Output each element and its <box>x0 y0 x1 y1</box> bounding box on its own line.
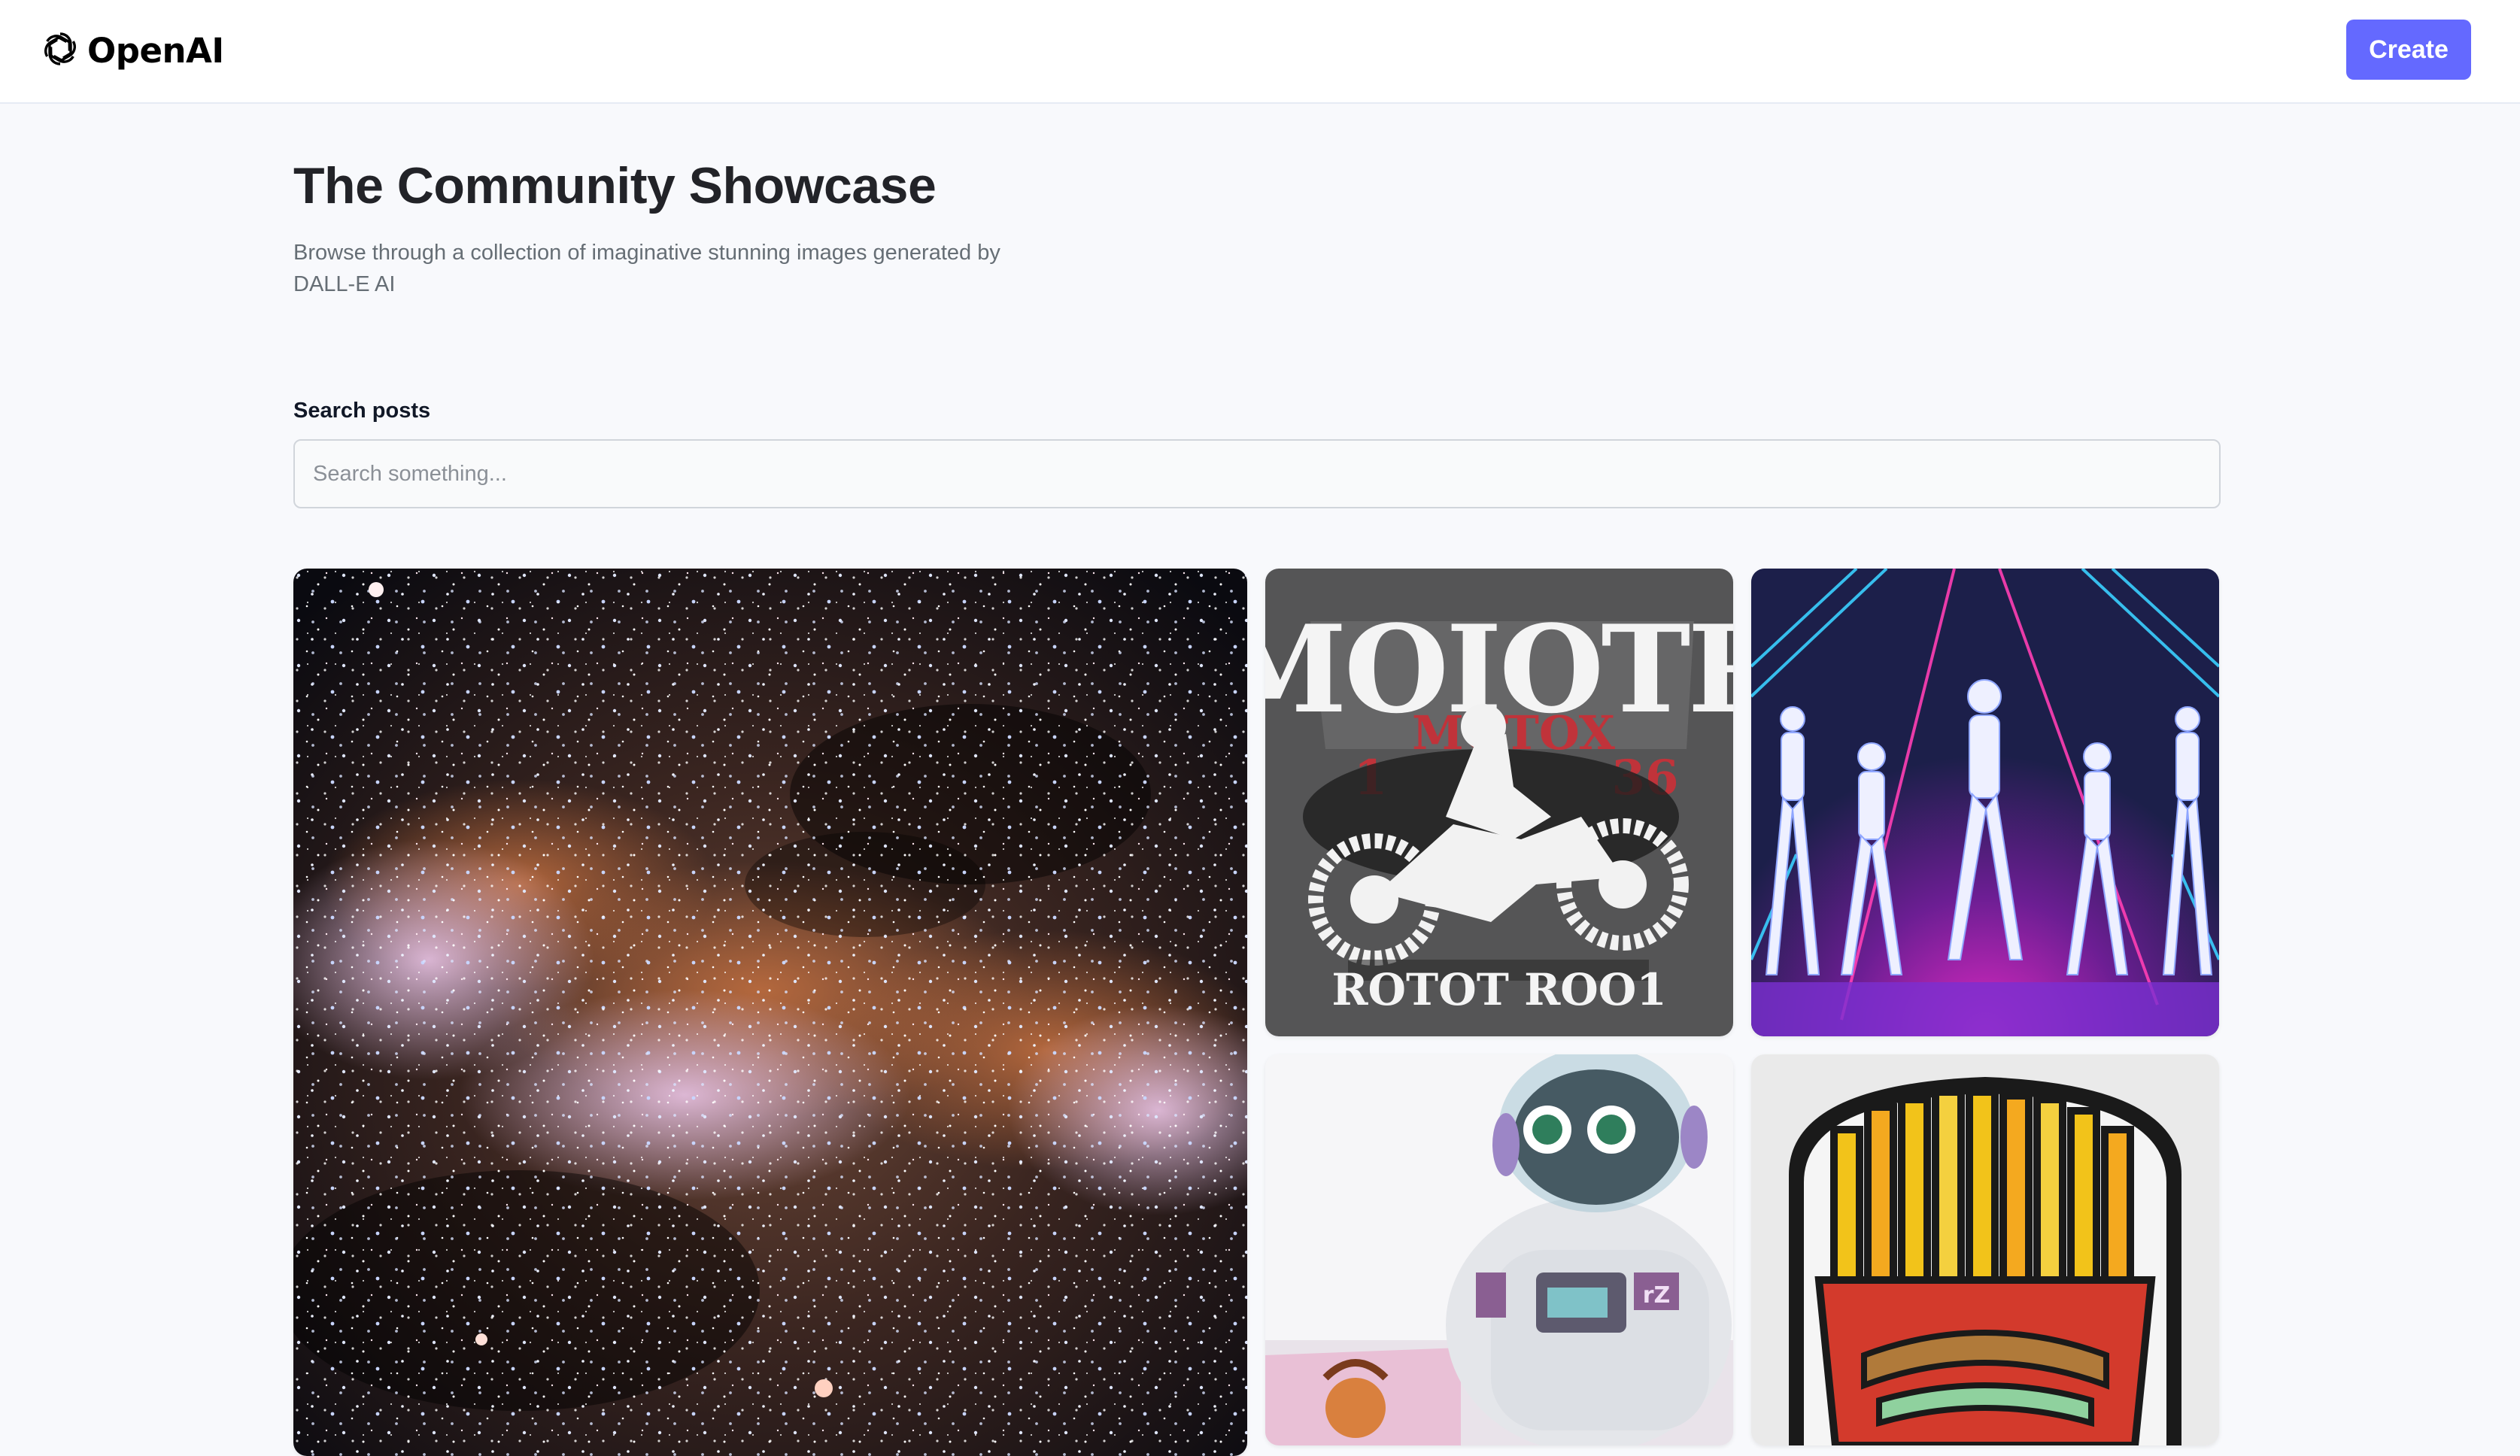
create-button[interactable]: Create <box>2346 20 2471 80</box>
search-input[interactable] <box>293 439 2221 508</box>
gallery-card-galaxy[interactable] <box>293 569 1247 1456</box>
openai-logo-icon <box>39 28 81 74</box>
top-header: OpenAI Create <box>0 0 2520 104</box>
search-label: Search posts <box>293 399 431 423</box>
gallery-card-motocross[interactable]: MOIOTR MOTOX 1 36 ROTOT ROO1 <box>1265 569 1733 1036</box>
astronaut-robot-image: rZ <box>1265 1054 1733 1445</box>
brand-name: OpenAI <box>87 30 224 71</box>
robot-chest-label: rZ <box>1643 1282 1671 1309</box>
neon-dancers-image <box>1751 569 2219 1036</box>
motocross-shirt-image: MOIOTR MOTOX 1 36 ROTOT ROO1 <box>1265 569 1733 1036</box>
page-title: The Community Showcase <box>293 157 937 214</box>
brand-logo[interactable]: OpenAI <box>39 27 224 74</box>
moto-bottom-text: ROTOT ROO1 <box>1331 964 1666 1015</box>
galaxy-image <box>293 569 1247 1456</box>
gallery-card-neon-dancers[interactable] <box>1751 569 2219 1036</box>
stained-glass-fries-image <box>1751 1054 2219 1445</box>
gallery-card-astronaut-robot[interactable]: rZ <box>1265 1054 1733 1445</box>
gallery-card-stained-glass-fries[interactable] <box>1751 1054 2219 1445</box>
page-subtitle: Browse through a collection of imaginati… <box>293 241 1000 296</box>
